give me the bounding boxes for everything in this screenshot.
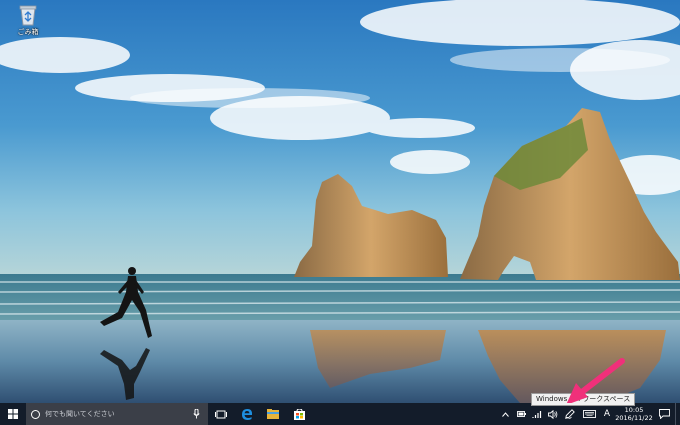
battery-button[interactable] bbox=[513, 403, 529, 425]
volume-button[interactable] bbox=[545, 403, 561, 425]
windows-ink-pen-icon bbox=[565, 409, 575, 419]
taskbar: 何でも聞いてください A 10:05 2016/11/22 bbox=[0, 403, 680, 425]
clock-date: 2016/11/22 bbox=[615, 414, 653, 422]
touch-keyboard-icon bbox=[582, 410, 596, 418]
clock[interactable]: 10:05 2016/11/22 bbox=[615, 406, 653, 422]
battery-icon bbox=[516, 411, 526, 417]
wallpaper-beach-image bbox=[0, 0, 680, 403]
network-button[interactable] bbox=[529, 403, 545, 425]
cortana-search-box[interactable]: 何でも聞いてください bbox=[26, 403, 208, 425]
file-explorer-icon bbox=[267, 409, 279, 419]
annotation-arrow bbox=[566, 358, 625, 403]
clock-time: 10:05 bbox=[624, 406, 644, 414]
chevron-up-icon bbox=[501, 411, 509, 417]
edge-taskbar-button[interactable] bbox=[234, 403, 260, 425]
windows-ink-workspace-button[interactable] bbox=[561, 403, 579, 425]
task-view-icon bbox=[215, 410, 227, 418]
recycle-bin-label: ごみ箱 bbox=[17, 28, 39, 36]
task-view-button[interactable] bbox=[208, 403, 234, 425]
ime-mode-label: A bbox=[603, 409, 611, 419]
touch-keyboard-button[interactable] bbox=[579, 403, 599, 425]
search-placeholder: 何でも聞いてください bbox=[45, 410, 115, 418]
show-hidden-icons-button[interactable] bbox=[497, 403, 513, 425]
windows-logo-icon bbox=[8, 409, 18, 419]
store-icon bbox=[293, 408, 305, 420]
search-circle-icon bbox=[31, 409, 40, 419]
desktop[interactable]: ごみ箱 bbox=[0, 0, 680, 403]
start-button[interactable] bbox=[0, 403, 26, 425]
action-center-button[interactable] bbox=[653, 403, 675, 425]
system-tray: A 10:05 2016/11/22 bbox=[497, 403, 680, 425]
notifications-icon bbox=[658, 409, 670, 419]
wifi-icon bbox=[532, 410, 542, 418]
recycle-bin-icon bbox=[19, 5, 37, 26]
speaker-icon bbox=[548, 409, 558, 419]
edge-icon bbox=[242, 409, 253, 420]
file-explorer-taskbar-button[interactable] bbox=[260, 403, 286, 425]
store-taskbar-button[interactable] bbox=[286, 403, 312, 425]
recycle-bin-desktop-icon[interactable]: ごみ箱 bbox=[8, 4, 48, 37]
show-desktop-button[interactable] bbox=[675, 403, 680, 425]
microphone-icon[interactable] bbox=[193, 409, 200, 419]
ime-mode-indicator[interactable]: A bbox=[599, 403, 615, 425]
